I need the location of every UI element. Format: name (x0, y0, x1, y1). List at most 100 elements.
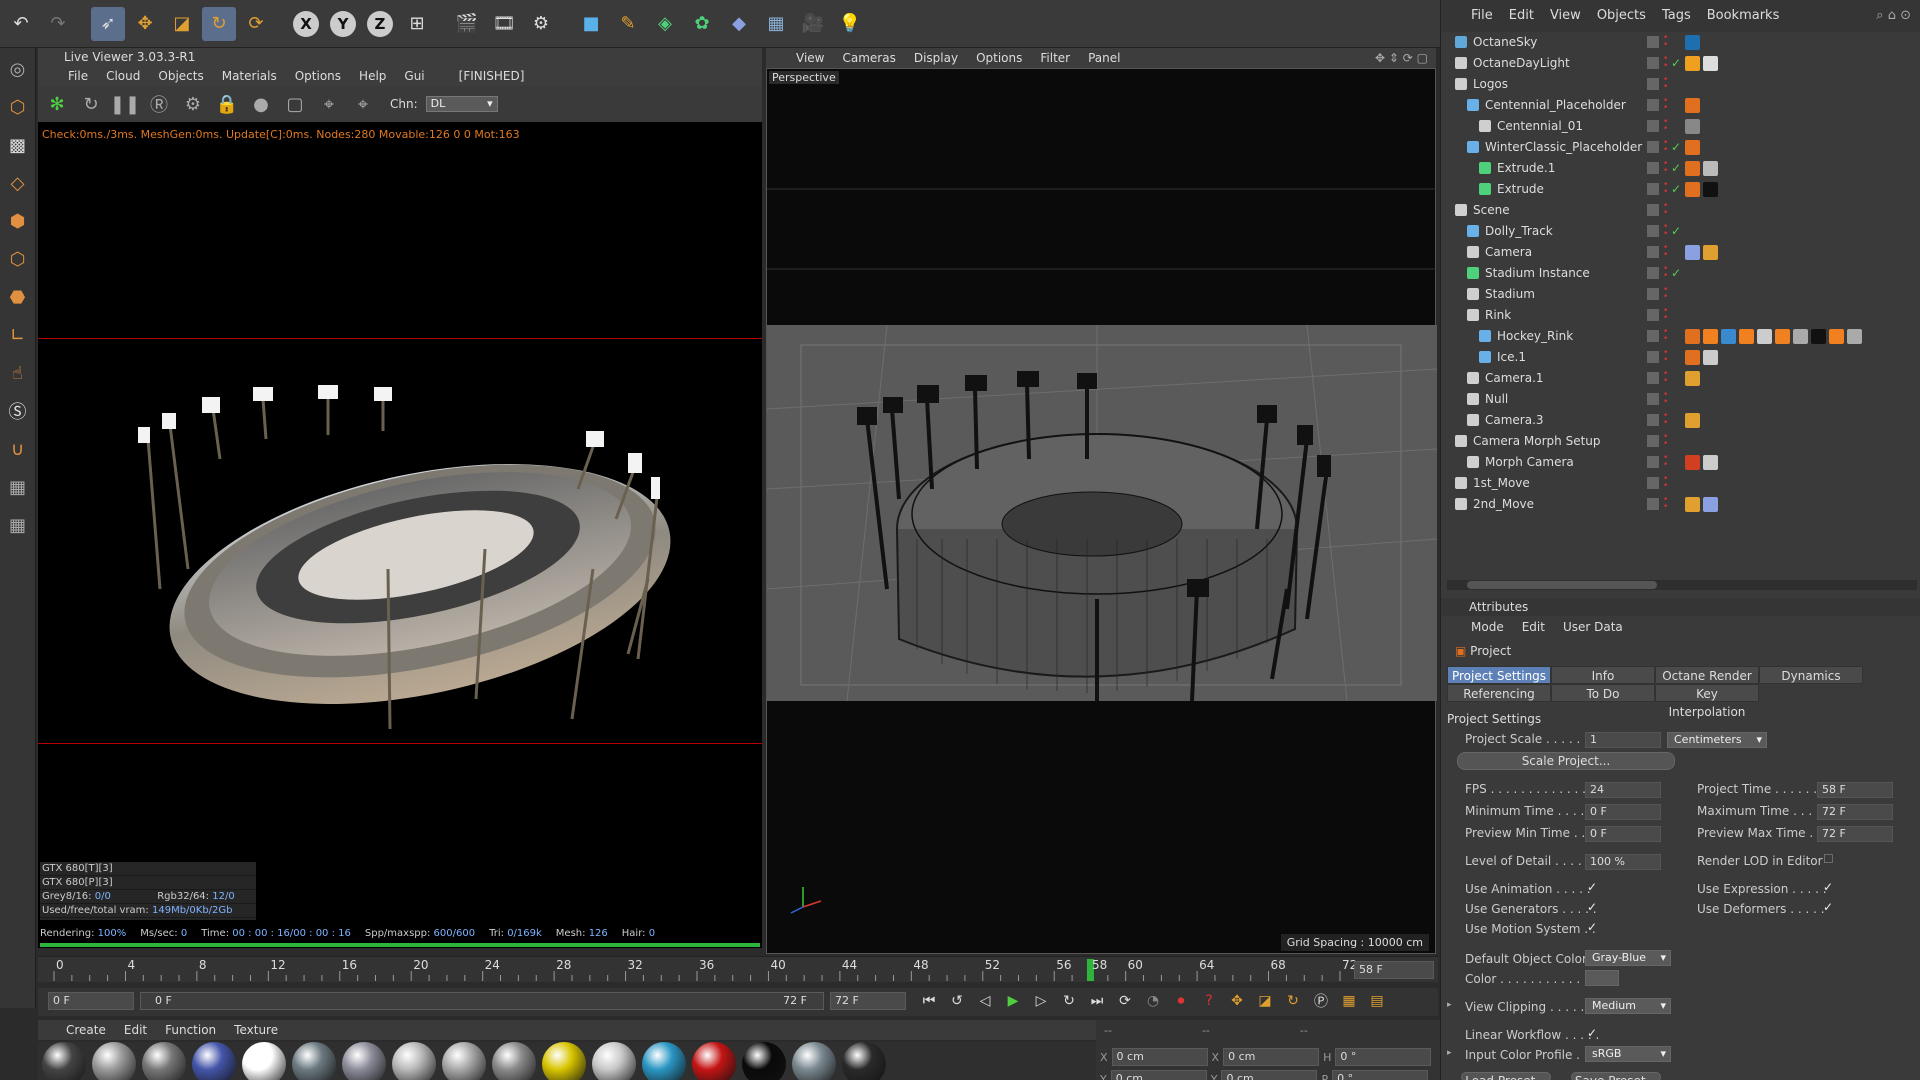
visibility-dots-icon[interactable]: • • (1663, 97, 1668, 113)
pause-icon[interactable]: ❚❚ (110, 91, 140, 117)
lv-menu-objects[interactable]: Objects (158, 66, 203, 86)
tag-icon[interactable] (1685, 119, 1700, 134)
object-row[interactable]: Logos • • (1441, 74, 1920, 95)
material-swatch[interactable] (242, 1042, 286, 1080)
timeline-ruler[interactable]: 0 4 8 12 16 20 24 28 32 36 40 44 48 52 56 58 60 64 68 72 58… (38, 956, 1438, 982)
material-swatch[interactable] (792, 1042, 836, 1080)
material-swatch[interactable] (142, 1042, 186, 1080)
object-row[interactable]: Centennial_Placeholder • • (1441, 95, 1920, 116)
visibility-dots-icon[interactable]: • • (1663, 118, 1668, 134)
tag-icon[interactable] (1703, 350, 1718, 365)
tab-todo[interactable]: To Do (1551, 684, 1655, 702)
visibility-dots-icon[interactable]: • • (1663, 223, 1668, 239)
preview-min-field[interactable]: 0 F (1585, 826, 1661, 842)
object-row[interactable]: Ice.1 • • (1441, 347, 1920, 368)
enabled-check-icon[interactable]: ✓ (1671, 137, 1681, 158)
visibility-dots-icon[interactable]: • • (1663, 181, 1668, 197)
visibility-dots-icon[interactable]: • • (1663, 370, 1668, 386)
object-row[interactable]: Rink • • (1441, 305, 1920, 326)
om-menu-objects[interactable]: Objects (1597, 0, 1646, 32)
z-axis-icon[interactable]: Z (363, 7, 397, 41)
key-rotation-icon[interactable]: ↻ (1282, 990, 1304, 1012)
undo-icon[interactable]: ↶ (4, 7, 38, 41)
pick-material-icon[interactable]: ⌖ (350, 91, 376, 117)
linear-workflow-checkbox[interactable]: ✓ (1587, 1026, 1597, 1040)
visibility-dots-icon[interactable]: • • (1663, 349, 1668, 365)
tag-icon[interactable] (1685, 182, 1700, 197)
texture-mode-icon[interactable]: ▩ (3, 130, 33, 160)
enabled-check-icon[interactable]: ✓ (1671, 263, 1681, 284)
move-icon[interactable]: ✥ (128, 7, 162, 41)
visibility-dots-icon[interactable]: • • (1663, 391, 1668, 407)
y-axis-icon[interactable]: Y (326, 7, 360, 41)
object-row[interactable]: Extrude • • ✓ (1441, 179, 1920, 200)
key-scale-icon[interactable]: ◪ (1254, 990, 1276, 1012)
key-position-icon[interactable]: ✥ (1226, 990, 1248, 1012)
use-animation-checkbox[interactable]: ✓ (1587, 880, 1597, 894)
material-swatch[interactable] (92, 1042, 136, 1080)
visibility-dots-icon[interactable]: • • (1663, 496, 1668, 512)
visibility-dots-icon[interactable]: • • (1663, 412, 1668, 428)
snap-icon[interactable]: Ⓢ (3, 396, 33, 426)
workplane-icon[interactable]: ◇ (3, 168, 33, 198)
prev-frame-icon[interactable]: ◁ (974, 990, 996, 1012)
tag-icon[interactable] (1703, 329, 1718, 344)
object-row[interactable]: Camera.3 • • (1441, 410, 1920, 431)
tag-icon[interactable] (1721, 329, 1736, 344)
cube-icon[interactable]: ■ (574, 7, 608, 41)
visibility-dots-icon[interactable]: • • (1663, 55, 1668, 71)
object-row[interactable]: Scene • • (1441, 200, 1920, 221)
material-swatch[interactable] (192, 1042, 236, 1080)
motion-record-icon[interactable]: ◔ (1142, 990, 1164, 1012)
material-swatch[interactable] (692, 1042, 736, 1080)
use-generators-checkbox[interactable]: ✓ (1587, 900, 1597, 914)
mat-menu-edit[interactable]: Edit (124, 1020, 147, 1040)
enabled-check-icon[interactable]: ✓ (1671, 221, 1681, 242)
render-picture-icon[interactable]: 🎞 (487, 7, 521, 41)
vp-menu-display[interactable]: Display (914, 48, 958, 68)
layer-icon[interactable] (1647, 498, 1659, 510)
tag-icon[interactable] (1685, 350, 1700, 365)
x-axis-icon[interactable]: X (289, 7, 323, 41)
tag-icon[interactable] (1703, 455, 1718, 470)
timeline-layout-icon[interactable]: ▤ (1366, 990, 1388, 1012)
edges-mode-icon[interactable]: ⬡ (3, 244, 33, 274)
material-swatch[interactable] (442, 1042, 486, 1080)
visibility-dots-icon[interactable]: • • (1663, 244, 1668, 260)
tag-icon[interactable] (1685, 245, 1700, 260)
visibility-dots-icon[interactable]: • • (1663, 76, 1668, 92)
layer-icon[interactable] (1647, 435, 1659, 447)
object-row[interactable]: Null • • (1441, 389, 1920, 410)
pick-focus-icon[interactable]: ⌖ (316, 91, 342, 117)
material-swatch[interactable] (492, 1042, 536, 1080)
tag-icon[interactable] (1739, 329, 1754, 344)
rotate-icon[interactable]: ↻ (202, 6, 236, 41)
vp-menu-view[interactable]: View (796, 48, 824, 68)
tag-icon[interactable] (1811, 329, 1826, 344)
record-icon[interactable]: ⏺ (1170, 990, 1192, 1012)
camera-icon[interactable]: 🎥 (796, 7, 830, 41)
light-icon[interactable]: 💡 (833, 7, 867, 41)
tag-icon[interactable] (1685, 35, 1700, 50)
restart-render-icon[interactable]: ↻ (78, 91, 104, 117)
object-row[interactable]: Camera • • (1441, 242, 1920, 263)
render-settings-icon[interactable]: ⚙ (524, 7, 558, 41)
settings-icon[interactable]: ⚙ (180, 91, 206, 117)
tag-icon[interactable] (1775, 329, 1790, 344)
object-row[interactable]: OctaneDayLight • • ✓ (1441, 53, 1920, 74)
material-ball-icon[interactable]: ● (248, 91, 274, 117)
scale-icon[interactable]: ◪ (165, 7, 199, 41)
layer-icon[interactable] (1647, 204, 1659, 216)
mat-menu-create[interactable]: Create (66, 1020, 106, 1040)
material-swatch[interactable] (542, 1042, 586, 1080)
layer-icon[interactable] (1647, 477, 1659, 489)
points-mode-icon[interactable]: ⬢ (3, 206, 33, 236)
visibility-dots-icon[interactable]: • • (1663, 328, 1668, 344)
goto-end-icon[interactable]: ⏭ (1086, 990, 1108, 1012)
material-swatch[interactable] (42, 1042, 86, 1080)
pen-icon[interactable]: ✎ (611, 7, 645, 41)
layer-icon[interactable] (1647, 99, 1659, 111)
layer-icon[interactable] (1647, 57, 1659, 69)
tag-icon[interactable] (1685, 413, 1700, 428)
layer-icon[interactable] (1647, 120, 1659, 132)
